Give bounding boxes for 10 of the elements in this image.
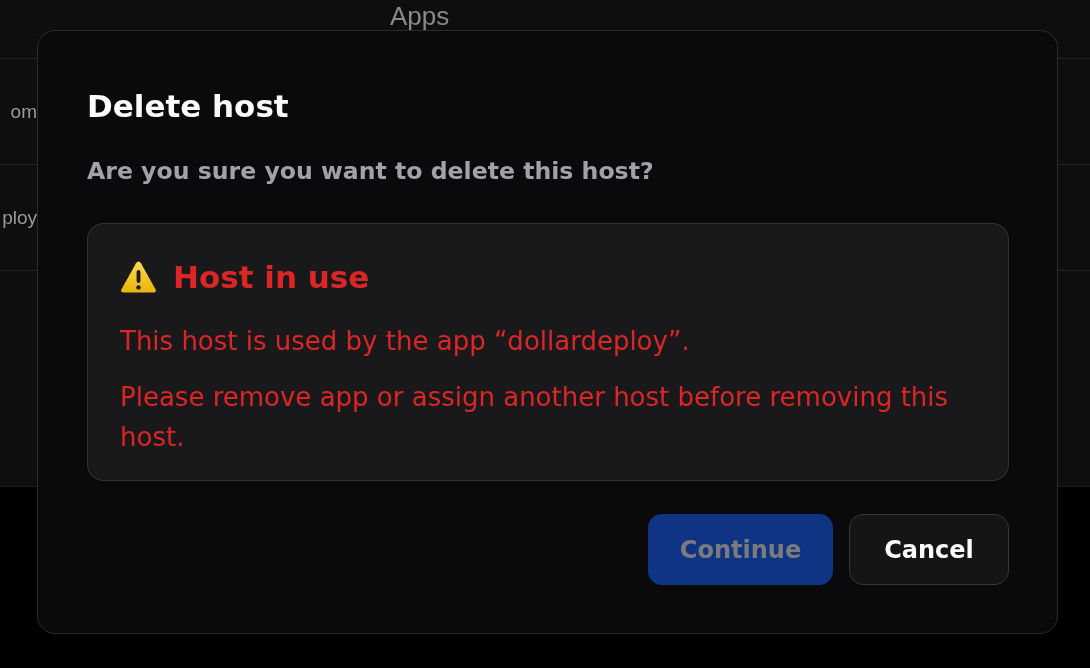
table-cell-text: ploy bbox=[1, 205, 37, 230]
alert-text: Please remove app or assign another host before removing this host. bbox=[120, 381, 950, 454]
alert-text: This host is used by the app “dollardeploy”. bbox=[120, 325, 691, 358]
column-header: Apps bbox=[390, 3, 450, 29]
warning-icon bbox=[120, 260, 157, 294]
dialog-title: Delete host bbox=[87, 88, 290, 124]
dialog-message: Are you sure you want to delete this host? bbox=[87, 157, 655, 185]
alert-title: Host in use bbox=[173, 258, 370, 297]
cancel-button[interactable]: Cancel bbox=[849, 514, 1009, 585]
table-cell-text: om bbox=[9, 99, 37, 124]
